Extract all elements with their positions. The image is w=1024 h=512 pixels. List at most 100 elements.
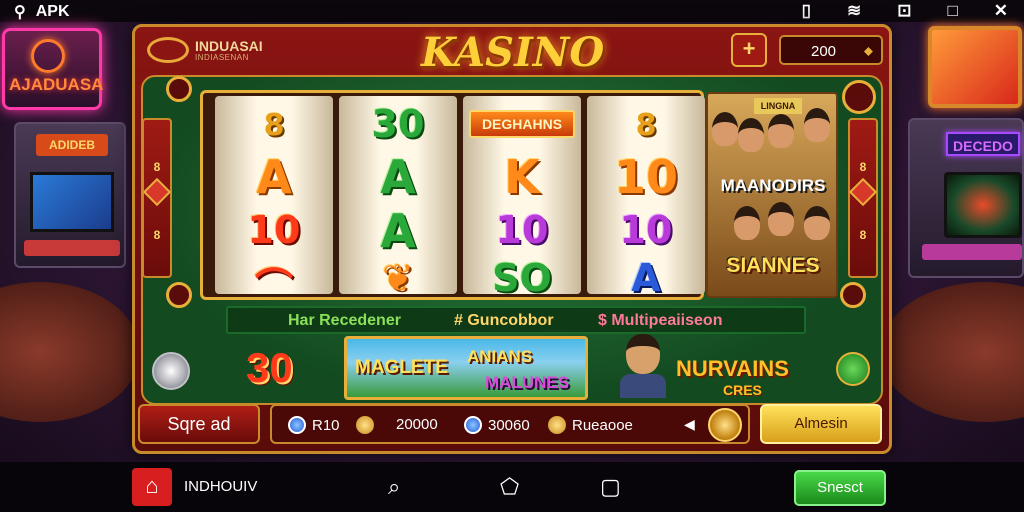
panel-header: INDUASAI INDIASENAN KASINO + 200 ⬥ (135, 27, 889, 77)
reel-symbol: 10 (613, 150, 678, 204)
home-icon[interactable]: ⌂ (132, 468, 172, 506)
search-icon[interactable]: ⌕ (388, 474, 400, 500)
info-item: $ Multipeaiiseon (598, 312, 723, 329)
bottom-controls: Sqre ad R10 20000 30060 Rueaooe ◀ Almesi… (132, 400, 886, 450)
bet-item[interactable]: Rueaooe (548, 416, 633, 434)
cabinet-marquee: ADIDEB (36, 134, 108, 156)
reel-symbol: 8 (263, 108, 285, 143)
reel-symbol: ❦ (382, 256, 414, 300)
usb-icon: ⚲ (14, 4, 26, 21)
bonus-label[interactable]: NURVAINS CRES (676, 356, 789, 398)
bet-item[interactable]: 20000 (396, 416, 438, 433)
home-label: INDHOUIV (184, 478, 258, 495)
app-label: APK (35, 3, 70, 20)
info-item: Har Recedener (288, 312, 401, 329)
arrow-left-icon[interactable]: ◀ (684, 416, 695, 433)
person-avatar (804, 108, 830, 142)
reel-1: 8 A 10 ⌒ (215, 96, 333, 309)
coin-icon (548, 416, 566, 434)
bonus-line-1: NURVAINS (676, 356, 789, 381)
coin-icon (355, 416, 374, 434)
reel-symbol: A (380, 150, 416, 204)
wifi-icon: ≋ (846, 1, 862, 20)
side-number: 8 (153, 228, 161, 242)
bet-value: Rueaooe (572, 416, 633, 434)
person-avatar (712, 112, 738, 146)
neon-sign-left: AJADUASA (2, 28, 103, 110)
person-avatar (804, 206, 830, 240)
navigation-bar: ⌂ INDHOUIV ⌕ ⬠ ▢ Snesct (0, 462, 1024, 512)
arcade-cabinet-left: ADIDEB (14, 122, 126, 268)
bet-item[interactable]: R10 (288, 416, 374, 434)
person-avatar (768, 202, 794, 236)
right-side-badge: 8 8 (848, 118, 878, 278)
bet-strip: R10 20000 30060 Rueaooe ◀ (270, 404, 750, 444)
balance-display[interactable]: 200 ⬥ (779, 35, 883, 65)
balance-value: 200 (811, 43, 837, 60)
settings-icon[interactable] (842, 80, 876, 114)
reel-symbol: 8 (635, 108, 657, 143)
info-item: # Guncobbor (454, 312, 554, 329)
gem-icon (848, 177, 878, 207)
cabinet-marquee: DECEDO (946, 132, 1020, 156)
promo-banner-line-1: MAGLETE (355, 357, 448, 378)
gem-icon (142, 177, 172, 207)
reel-symbol: 30 (371, 102, 425, 146)
reel-symbol: K (504, 150, 540, 204)
info-strip: Har Recedener # Guncobbor $ Multipeaiise… (226, 306, 806, 334)
brand: INDUASAI INDIASENAN (147, 37, 263, 63)
chip-icon (464, 416, 482, 434)
promo-card[interactable]: LINGNA MAANODIRS SIANNES (706, 92, 838, 298)
reel-symbol: A (380, 204, 416, 258)
person-avatar (738, 118, 764, 152)
reel-2: 30 A A ❦ (339, 96, 457, 300)
reel-symbol: ⌒ (254, 265, 293, 309)
promo-tag: LINGNA (754, 98, 802, 114)
host-avatar (620, 334, 666, 398)
recents-icon[interactable]: ▢ (600, 474, 621, 500)
maximize-icon[interactable]: □ (947, 1, 957, 21)
person-avatar (734, 206, 760, 240)
reel-banner-symbol: DEGHAHNS (469, 110, 575, 138)
reel-symbol: 10 (247, 208, 301, 252)
leaf-icon[interactable] (836, 352, 870, 386)
spin-coin-icon[interactable] (708, 408, 742, 442)
bet-value: 30060 (488, 416, 530, 434)
spin-knob[interactable] (152, 352, 190, 390)
balance-dropdown-icon: ⬥ (863, 43, 873, 58)
vibrate-icon: ▯ (801, 1, 811, 20)
reel-symbol: SO (492, 256, 552, 300)
reel-symbol: A (631, 256, 661, 300)
table-left (0, 282, 140, 422)
chip-icon (288, 416, 306, 434)
brand-logo-icon (147, 37, 189, 63)
bet-item[interactable]: 30060 (464, 416, 530, 434)
cabinet-controls (24, 240, 120, 256)
home-outline-icon[interactable]: ⬠ (500, 474, 519, 500)
person-avatar (768, 114, 794, 148)
status-bar: ⚲ APK ▯ ≋ ⊡ □ ✕ (0, 0, 1024, 22)
neon-ring-icon (31, 39, 65, 73)
select-button[interactable]: Snesct (794, 470, 886, 506)
promo-line-2: SIANNES (726, 254, 820, 277)
screenshot-icon[interactable]: ⊡ (897, 1, 911, 21)
cabinet-controls (922, 244, 1022, 260)
ring-icon (166, 282, 192, 308)
side-number: 8 (859, 228, 867, 242)
promo-banner-line-3: MALUNES (485, 373, 570, 392)
bet-value: R10 (312, 416, 340, 434)
brand-name: INDUASAI (195, 37, 263, 54)
promo-banner[interactable]: MAGLETE ANIANS MALUNES (344, 336, 588, 400)
bonus-line-2: CRES (722, 382, 762, 398)
table-right (880, 282, 1024, 422)
reel-symbol: 10 (495, 208, 549, 252)
right-action-button[interactable]: Almesin (760, 404, 882, 444)
game-title: KASINO (421, 29, 605, 76)
promo-banner-line-2: ANIANS (467, 347, 533, 366)
ring-icon (840, 282, 866, 308)
reel-3: DEGHAHNS K 10 SO (463, 96, 581, 300)
close-icon[interactable]: ✕ (994, 1, 1008, 21)
reel-window: 8 A 10 ⌒ 30 A A ❦ DEGHAHNS K 10 SO 8 10 … (200, 90, 705, 309)
add-funds-button[interactable]: + (731, 33, 767, 67)
left-action-button[interactable]: Sqre ad (138, 404, 260, 444)
